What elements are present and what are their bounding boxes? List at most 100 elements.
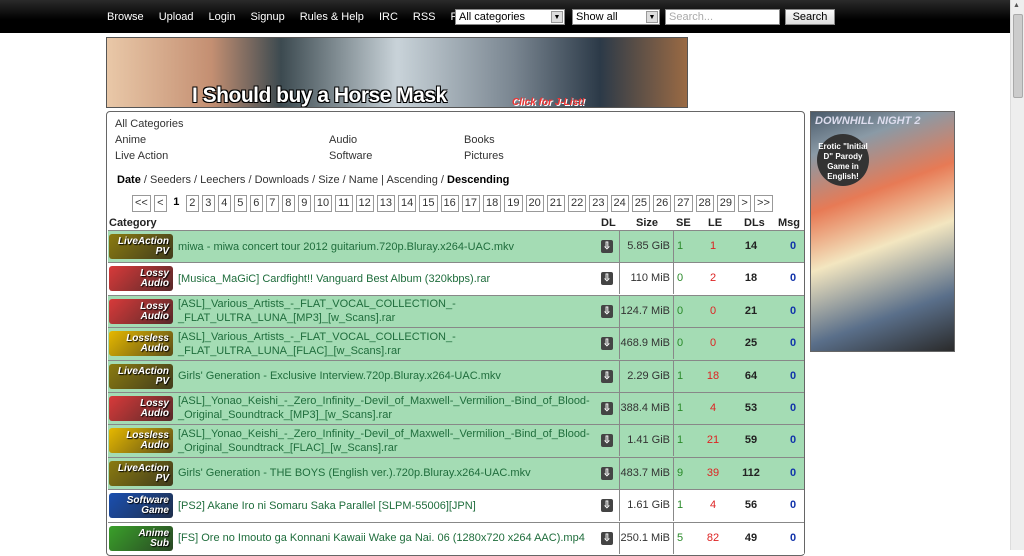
torrent-name-link[interactable]: Girls' Generation - THE BOYS (English ve… xyxy=(178,458,601,489)
page-link[interactable]: 14 xyxy=(398,195,417,212)
page-link[interactable]: 11 xyxy=(335,195,353,212)
page-link[interactable]: 9 xyxy=(297,195,311,212)
page-link[interactable]: 26 xyxy=(653,195,672,212)
comments-count[interactable]: 0 xyxy=(783,263,803,294)
header-le[interactable]: LE xyxy=(708,217,722,229)
nav-browse[interactable]: Browse xyxy=(107,11,144,23)
header-dls[interactable]: DLs xyxy=(744,217,765,229)
comments-count[interactable]: 0 xyxy=(783,361,803,392)
category-badge[interactable]: LiveAction PV xyxy=(109,460,173,486)
download-icon[interactable]: ⇩ xyxy=(601,434,613,448)
torrent-name[interactable]: [PS2] Akane Iro ni Somaru Saka Parallel … xyxy=(178,499,476,513)
scrollbar[interactable]: ▲ xyxy=(1010,0,1024,550)
sort-name[interactable]: Name xyxy=(349,174,378,186)
torrent-name-link[interactable]: [ASL]_Various_Artists_-_FLAT_VOCAL_COLLE… xyxy=(178,328,601,359)
category-badge[interactable]: Lossy Audio xyxy=(109,395,173,421)
page-link[interactable]: 17 xyxy=(461,195,481,212)
comments-count[interactable]: 0 xyxy=(783,490,803,521)
download-icon[interactable]: ⇩ xyxy=(601,531,613,545)
banner-link[interactable]: Click for J-List! xyxy=(512,97,585,107)
torrent-name-link[interactable]: [FS] Ore no Imouto ga Konnani Kawaii Wak… xyxy=(178,523,601,554)
nav-irc[interactable]: IRC xyxy=(379,11,398,23)
category-all[interactable]: All Categories xyxy=(115,118,183,130)
download-icon[interactable]: ⇩ xyxy=(601,272,613,286)
sort-downloads[interactable]: Downloads xyxy=(255,174,309,186)
nav-rss[interactable]: RSS xyxy=(413,11,436,23)
filter-select[interactable]: Show all ▼ xyxy=(572,9,660,25)
banner-ad[interactable]: I Should buy a Horse Mask Click for J-Li… xyxy=(106,37,688,108)
category-badge[interactable]: Lossless Audio xyxy=(109,331,173,357)
download-icon[interactable]: ⇩ xyxy=(601,304,613,318)
torrent-name-link[interactable]: [PS2] Akane Iro ni Somaru Saka Parallel … xyxy=(178,490,601,521)
nav-login[interactable]: Login xyxy=(209,11,236,23)
page-next-button[interactable]: > xyxy=(738,195,752,212)
page-last-button[interactable]: >> xyxy=(754,195,773,212)
torrent-name-link[interactable]: [ASL]_Yonao_Keishi_-_Zero_Infinity_-Devi… xyxy=(178,393,601,424)
torrent-name[interactable]: [ASL]_Various_Artists_-_FLAT_VOCAL_COLLE… xyxy=(178,297,601,325)
torrent-name[interactable]: Girls' Generation - THE BOYS (English ve… xyxy=(178,466,531,480)
comments-count[interactable]: 0 xyxy=(783,425,803,456)
category-badge[interactable]: LiveAction PV xyxy=(109,363,173,389)
category-badge[interactable]: LiveAction PV xyxy=(109,234,173,259)
scrollbar-thumb[interactable] xyxy=(1013,14,1023,98)
header-category[interactable]: Category xyxy=(109,217,157,229)
sort-size[interactable]: Size xyxy=(318,174,339,186)
sort-leechers[interactable]: Leechers xyxy=(200,174,245,186)
category-select[interactable]: All categories ▼ xyxy=(455,9,565,25)
download-icon[interactable]: ⇩ xyxy=(601,240,613,253)
scroll-up-icon[interactable]: ▲ xyxy=(1013,2,1020,9)
side-ad[interactable]: DOWNHILL NIGHT 2 Erotic "Initial D" Paro… xyxy=(810,111,955,352)
category-badge[interactable]: Lossy Audio xyxy=(109,266,173,292)
category-badge[interactable]: Anime Sub xyxy=(109,525,173,551)
comments-count[interactable]: 0 xyxy=(783,328,803,359)
torrent-name-link[interactable]: [ASL]_Various_Artists_-_FLAT_VOCAL_COLLE… xyxy=(178,296,601,327)
search-button[interactable]: Search xyxy=(785,9,835,25)
torrent-name-link[interactable]: [Musica_MaGiC] Cardfight!! Vanguard Best… xyxy=(178,263,601,294)
page-first-button[interactable]: << xyxy=(132,195,151,212)
page-link[interactable]: 4 xyxy=(217,195,231,212)
page-link[interactable]: 10 xyxy=(313,195,333,212)
page-link[interactable]: 8 xyxy=(281,195,295,212)
sort-ascending[interactable]: Ascending xyxy=(387,174,438,186)
torrent-name[interactable]: [FS] Ore no Imouto ga Konnani Kawaii Wak… xyxy=(178,531,585,545)
torrent-name-link[interactable]: Girls' Generation - Exclusive Interview.… xyxy=(178,361,601,392)
nav-upload[interactable]: Upload xyxy=(159,11,194,23)
page-link[interactable]: 29 xyxy=(716,195,736,212)
header-size[interactable]: Size xyxy=(636,217,658,229)
page-link[interactable]: 15 xyxy=(419,195,438,212)
category-software[interactable]: Software xyxy=(329,150,372,162)
nav-signup[interactable]: Signup xyxy=(250,11,284,23)
page-link[interactable]: 13 xyxy=(376,195,396,212)
page-link[interactable]: 27 xyxy=(674,195,693,212)
sort-date[interactable]: Date xyxy=(117,174,141,186)
category-badge[interactable]: Software Game xyxy=(109,493,173,519)
page-link[interactable]: 19 xyxy=(504,195,523,212)
page-prev-button[interactable]: < xyxy=(153,195,167,212)
page-link[interactable]: 12 xyxy=(355,195,374,212)
category-books[interactable]: Books xyxy=(464,134,495,146)
page-link[interactable]: 3 xyxy=(201,195,215,212)
torrent-name[interactable]: [Musica_MaGiC] Cardfight!! Vanguard Best… xyxy=(178,272,490,286)
search-input[interactable]: Search... xyxy=(665,9,780,25)
category-audio[interactable]: Audio xyxy=(329,134,357,146)
page-link[interactable]: 18 xyxy=(483,195,502,212)
page-link[interactable]: 6 xyxy=(249,195,263,212)
torrent-name[interactable]: Girls' Generation - Exclusive Interview.… xyxy=(178,369,501,383)
comments-count[interactable]: 0 xyxy=(783,523,803,554)
page-link[interactable]: 22 xyxy=(568,195,587,212)
torrent-name-link[interactable]: miwa - miwa concert tour 2012 guitarium.… xyxy=(178,231,601,262)
download-icon[interactable]: ⇩ xyxy=(601,499,613,513)
comments-count[interactable]: 0 xyxy=(783,393,803,424)
nav-rules-help[interactable]: Rules & Help xyxy=(300,11,364,23)
comments-count[interactable]: 0 xyxy=(783,458,803,489)
page-link[interactable]: 16 xyxy=(440,195,459,212)
category-pictures[interactable]: Pictures xyxy=(464,150,504,162)
torrent-name[interactable]: miwa - miwa concert tour 2012 guitarium.… xyxy=(178,240,514,254)
sort-seeders[interactable]: Seeders xyxy=(150,174,191,186)
comments-count[interactable]: 0 xyxy=(783,231,803,262)
page-link[interactable]: 23 xyxy=(589,195,608,212)
download-icon[interactable]: ⇩ xyxy=(601,337,613,351)
download-icon[interactable]: ⇩ xyxy=(601,466,613,480)
page-link[interactable]: 24 xyxy=(610,195,629,212)
page-link[interactable]: 20 xyxy=(525,195,544,212)
